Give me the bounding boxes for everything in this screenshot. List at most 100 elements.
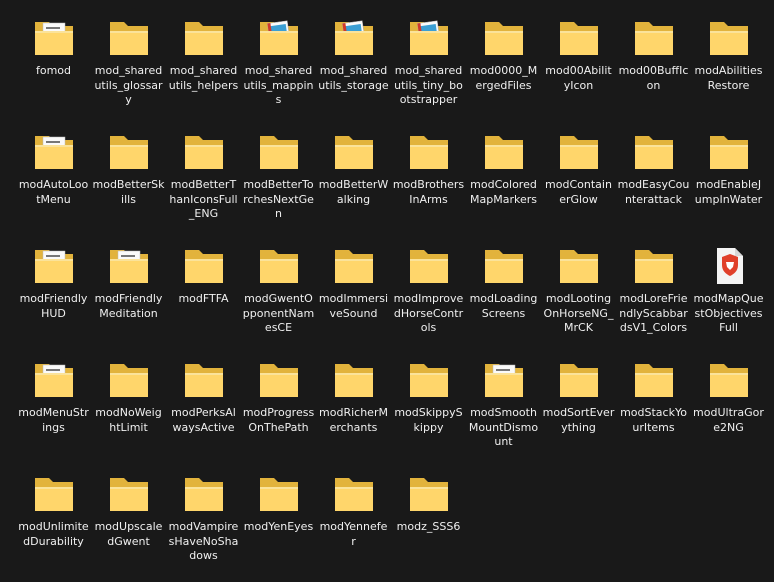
folder-icon (32, 468, 76, 520)
folder-icon (557, 240, 601, 292)
file-item[interactable]: mod_sharedutils_mappins (241, 12, 316, 126)
file-item[interactable]: modContainerGlow (541, 126, 616, 240)
file-item[interactable]: modBetterTorchesNextGen (241, 126, 316, 240)
file-item[interactable]: modz_SSS6 (391, 468, 466, 582)
file-item[interactable]: mod00AbilityIcon (541, 12, 616, 126)
file-item[interactable]: mod_sharedutils_tiny_bootstrapper (391, 12, 466, 126)
file-item[interactable]: modProgressOnThePath (241, 354, 316, 468)
file-item-label: mod_sharedutils_mappins (243, 64, 314, 107)
file-item[interactable]: modMenuStrings (16, 354, 91, 468)
folder-icon (332, 240, 376, 292)
file-item[interactable]: mod_sharedutils_helpers (166, 12, 241, 126)
file-item-label: mod00AbilityIcon (545, 64, 612, 92)
file-item-label: modBrothersInArms (392, 178, 465, 206)
file-item-label: mod_sharedutils_storage (318, 64, 389, 92)
file-item[interactable]: mod0000_MergedFiles (466, 12, 541, 126)
file-item[interactable]: mod00BuffIcon (616, 12, 691, 126)
file-item[interactable]: modFTFA (166, 240, 241, 354)
file-item[interactable]: modMapQuestObjectivesFull (691, 240, 766, 354)
file-item[interactable]: mod_sharedutils_glossary (91, 12, 166, 126)
folder-with-document-icon (32, 354, 76, 406)
folder-icon (557, 354, 601, 406)
file-item-label: modNoWeightLimit (95, 406, 162, 434)
folder-icon (257, 468, 301, 520)
file-item-label: modYennefer (319, 520, 388, 548)
file-item-label: modSmoothMountDismount (468, 406, 539, 449)
file-item-label: modAbilitiesRestore (694, 64, 763, 92)
folder-icon (482, 12, 526, 64)
file-item[interactable]: modAutoLootMenu (16, 126, 91, 240)
file-item-label: modSortEverything (542, 406, 615, 434)
file-item[interactable]: modSkippySkippy (391, 354, 466, 468)
file-item[interactable]: modYenEyes (241, 468, 316, 582)
file-item[interactable]: modUpscaledGwent (91, 468, 166, 582)
file-item-label: modLoadingScreens (469, 292, 538, 320)
folder-icon (707, 126, 751, 178)
file-item-label: fomod (35, 64, 72, 77)
folder-icon (482, 126, 526, 178)
file-item[interactable]: fomod (16, 12, 91, 126)
file-item[interactable]: modLoreFriendlyScabbardsV1_Colors (616, 240, 691, 354)
folder-icon (407, 354, 451, 406)
file-item-label: modPerksAlwaysActive (171, 406, 236, 434)
file-item[interactable]: modBrothersInArms (391, 126, 466, 240)
folder-icon (482, 240, 526, 292)
file-item[interactable]: modStackYourItems (616, 354, 691, 468)
file-item-label: modStackYourItems (620, 406, 687, 434)
file-item-label: modMenuStrings (18, 406, 89, 434)
folder-icon (182, 12, 226, 64)
file-item[interactable]: modBetterWalking (316, 126, 391, 240)
folder-with-image-icon (332, 12, 376, 64)
file-item[interactable]: modFriendlyMeditation (91, 240, 166, 354)
folder-icon (107, 468, 151, 520)
file-item-label: mod_sharedutils_tiny_bootstrapper (394, 64, 463, 107)
file-item-label: modColoredMapMarkers (470, 178, 537, 206)
file-item[interactable]: modColoredMapMarkers (466, 126, 541, 240)
file-item[interactable]: modImprovedHorseControls (391, 240, 466, 354)
folder-with-document-icon (107, 240, 151, 292)
file-item-label: modBetterThanIconsFull_ENG (169, 178, 238, 221)
file-grid: fomod mod_sharedutils_glossary mod_share… (16, 12, 771, 582)
file-item-label: modFTFA (178, 292, 229, 305)
file-item[interactable]: modFriendlyHUD (16, 240, 91, 354)
folder-icon (707, 354, 751, 406)
file-item[interactable]: modSmoothMountDismount (466, 354, 541, 468)
file-item-label: modUltraGore2NG (693, 406, 764, 434)
file-item-label: modUnlimitedDurability (18, 520, 89, 548)
folder-icon (182, 468, 226, 520)
file-item[interactable]: modRicherMerchants (316, 354, 391, 468)
folder-with-image-icon (407, 12, 451, 64)
folder-with-document-icon (482, 354, 526, 406)
file-item[interactable]: modImmersiveSound (316, 240, 391, 354)
folder-icon (182, 354, 226, 406)
folder-with-document-icon (32, 126, 76, 178)
file-item-label: modVampiresHaveNoShadows (168, 520, 239, 563)
file-item[interactable]: modNoWeightLimit (91, 354, 166, 468)
file-item[interactable]: modBetterThanIconsFull_ENG (166, 126, 241, 240)
file-item-label: modUpscaledGwent (94, 520, 163, 548)
file-item[interactable]: modUnlimitedDurability (16, 468, 91, 582)
file-item-label: mod0000_MergedFiles (469, 64, 538, 92)
file-item[interactable]: modBetterSkills (91, 126, 166, 240)
file-item-label: modYenEyes (243, 520, 314, 533)
file-item[interactable]: modYennefer (316, 468, 391, 582)
file-item-label: modProgressOnThePath (242, 406, 315, 434)
folder-icon (407, 240, 451, 292)
file-item-label: modBetterWalking (318, 178, 389, 206)
file-item-label: modEasyCounterattack (617, 178, 690, 206)
file-item[interactable]: modSortEverything (541, 354, 616, 468)
file-item[interactable]: modPerksAlwaysActive (166, 354, 241, 468)
file-item[interactable]: modLootingOnHorseNG_MrCK (541, 240, 616, 354)
folder-icon (632, 240, 676, 292)
file-item[interactable]: modGwentOpponentNamesCE (241, 240, 316, 354)
folder-icon (332, 468, 376, 520)
file-item[interactable]: modVampiresHaveNoShadows (166, 468, 241, 582)
file-item[interactable]: modEnableJumpInWater (691, 126, 766, 240)
folder-icon (707, 12, 751, 64)
file-item[interactable]: modUltraGore2NG (691, 354, 766, 468)
file-item-label: modRicherMerchants (319, 406, 388, 434)
file-item[interactable]: modLoadingScreens (466, 240, 541, 354)
file-item[interactable]: mod_sharedutils_storage (316, 12, 391, 126)
file-item[interactable]: modAbilitiesRestore (691, 12, 766, 126)
file-item[interactable]: modEasyCounterattack (616, 126, 691, 240)
